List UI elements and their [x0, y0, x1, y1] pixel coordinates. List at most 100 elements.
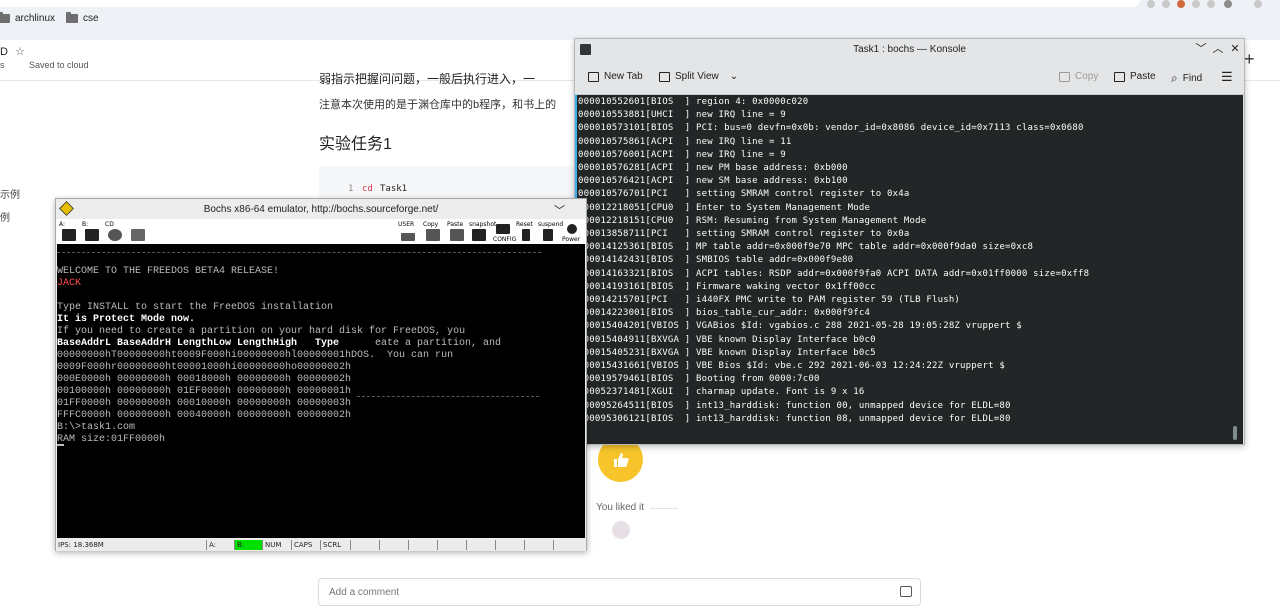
find-button[interactable]: ⌕ Find [1171, 71, 1202, 86]
user-label: USER [398, 221, 415, 228]
bochs-titlebar[interactable]: Bochs x86-64 emulator, http://bochs.sour… [56, 199, 586, 219]
extension-icon[interactable] [1192, 0, 1200, 8]
user-button[interactable]: USER [398, 221, 418, 242]
terminal-line: 000010573101[BIOS ] PCI: bus=0 devfn=0x0… [578, 123, 1084, 134]
bookmark-cse[interactable]: cse [66, 12, 99, 24]
minimize-icon[interactable]: ﹀ [554, 202, 565, 218]
floppy-a-button[interactable]: A: [59, 221, 79, 242]
extension-icon[interactable] [1147, 0, 1155, 8]
avatar[interactable] [612, 521, 630, 539]
hamburger-menu-icon[interactable]: ☰ [1221, 69, 1233, 85]
browser-toolbar: archlinux cse [0, 0, 1280, 40]
terminal-line: 000019579461[BIOS ] Booting from 0000:7c… [578, 374, 820, 385]
star-icon[interactable]: ☆ [15, 46, 25, 58]
terminal-line: 000012218151[CPU0 ] RSM: Resuming from S… [578, 215, 927, 226]
floppy-b-indicator: B: [234, 540, 262, 550]
snapshot-button[interactable]: snapshot [469, 221, 496, 242]
mouse-icon [131, 229, 145, 241]
reset-label: Reset [516, 221, 533, 228]
terminal-line: 000010576421[ACPI ] new SM base address:… [578, 176, 848, 187]
minimize-icon[interactable]: ﹀ [1194, 42, 1208, 56]
document-title[interactable]: D ☆ [0, 45, 25, 58]
status-slot [379, 540, 408, 550]
config-button[interactable]: CONFIG [493, 221, 516, 243]
search-icon: ⌕ [1171, 71, 1178, 85]
screen-line: 01FF0000h 00000000h 00010000h 00000000h … [57, 398, 352, 409]
terminal-line: 000010576701[PCI ] setting SMRAM control… [578, 189, 910, 200]
screen-line: WELCOME TO THE FREEDOS BETA4 RELEASE! [57, 266, 280, 277]
comment-input[interactable]: Add a comment [318, 578, 921, 606]
power-label: Power [562, 236, 581, 243]
copy-icon [1059, 71, 1070, 82]
scrollbar-handle[interactable] [1233, 426, 1237, 440]
liked-label: You liked it [596, 502, 644, 513]
suspend-label: suspend [538, 221, 564, 228]
extension-icon[interactable] [1177, 0, 1185, 8]
emulator-display[interactable]: WELCOME TO THE FREEDOS BETA4 RELEASE! JA… [57, 244, 585, 538]
extension-icon[interactable] [1162, 0, 1170, 8]
extension-icon[interactable] [1207, 0, 1215, 8]
close-icon[interactable]: ✕ [1228, 42, 1242, 56]
new-tab-icon [588, 71, 599, 82]
copy-button[interactable]: Copy [1059, 71, 1098, 82]
status-slot [408, 540, 437, 550]
screen-line: 00000000hT00000000ht0009F000hi00000000hl… [57, 350, 454, 361]
new-tab-button[interactable]: New Tab [588, 71, 643, 82]
floppy-b-button[interactable]: B: [82, 221, 102, 242]
paste-button[interactable]: Paste [1114, 71, 1156, 82]
screen-line: If you need to create a partition on you… [57, 326, 466, 337]
num-lock-indicator: NUM [262, 540, 291, 550]
cdrom-button[interactable]: CD [105, 221, 125, 242]
code-keyword: cd [362, 184, 373, 194]
power-icon [567, 224, 577, 234]
terminal-line: 000010575861[ACPI ] new IRQ line = 11 [578, 136, 792, 147]
status-slot [437, 540, 466, 550]
terminal-line: 000010576281[ACPI ] new PM base address:… [578, 163, 848, 173]
maximize-icon[interactable]: ︿ [1211, 42, 1225, 56]
bookmark-archlinux[interactable]: archlinux [0, 12, 55, 24]
reset-button[interactable]: Reset [516, 221, 536, 242]
status-slot [524, 540, 553, 550]
terminal-line: 000014193161[BIOS ] Firmware waking vect… [578, 281, 876, 292]
suspend-icon [543, 229, 553, 241]
screen-line: FFFC0000h 00000000h 00040000h 00000000h … [57, 410, 352, 421]
divider [57, 252, 541, 254]
thumbs-up-icon [613, 452, 629, 467]
terminal-line: 000010553881[UHCI ] new IRQ line = 9 [578, 110, 786, 121]
konsole-titlebar[interactable]: Task1 : bochs — Konsole ﹀ ︿ ✕ [575, 39, 1244, 61]
screen-line: RAM size:01FF0000h [57, 434, 166, 445]
code-line-number: 1 [348, 184, 354, 194]
status-bar: IPS: 18.368M A: B: NUM CAPS SCRL [56, 539, 586, 551]
menu-icon[interactable] [1224, 0, 1232, 8]
floppy-a-indicator: A: [206, 540, 234, 550]
bookmark-label: cse [83, 13, 99, 24]
power-button[interactable]: Power [562, 221, 582, 243]
address-bar[interactable] [0, 0, 1140, 7]
status-slot [495, 540, 524, 550]
terminal-line: 000015404911[BXVGA ] VBE known Display I… [578, 334, 876, 345]
image-icon[interactable] [900, 586, 912, 597]
chevron-down-icon: ⌄ [729, 71, 739, 82]
outline-item[interactable]: 示例 [0, 186, 20, 201]
paste-label: Paste [447, 221, 464, 228]
split-view-button[interactable]: Split View ⌄ [659, 71, 738, 82]
profile-icon[interactable] [1254, 0, 1262, 8]
terminal-output[interactable]: 000010552601[BIOS ] region 4: 0x0000c020… [576, 95, 1243, 444]
floppy-icon [85, 229, 99, 241]
suspend-button[interactable]: suspend [538, 221, 563, 242]
cdrom-label: CD [105, 221, 114, 228]
plus-icon[interactable]: + [1244, 49, 1255, 70]
caps-lock-indicator: CAPS [291, 540, 320, 550]
outline-item[interactable]: 例 [0, 209, 10, 224]
copy-button[interactable]: Copy [423, 221, 443, 242]
code-argument: Task1 [380, 184, 408, 194]
floppy-b-label: B: [82, 221, 89, 228]
split-view-icon [659, 71, 670, 82]
paste-button[interactable]: Paste [447, 221, 467, 242]
mouse-button[interactable] [128, 221, 148, 242]
floppy-icon [62, 229, 76, 241]
status-slot [553, 540, 582, 550]
paste-icon [450, 229, 464, 241]
window-title: Bochs x86-64 emulator, http://bochs.sour… [203, 204, 439, 215]
folder-icon [66, 12, 78, 23]
